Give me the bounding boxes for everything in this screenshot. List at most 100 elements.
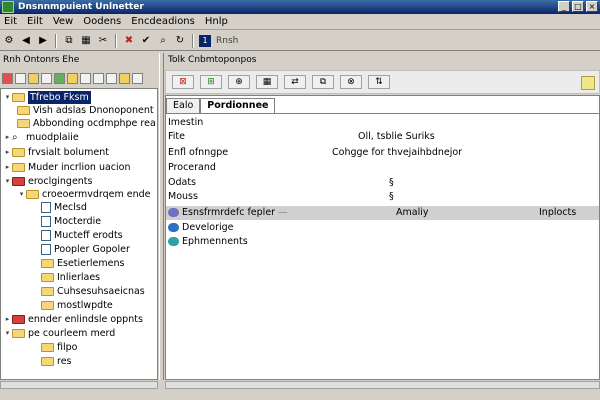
property-row-selected[interactable]: Esnsfrmrdefc fepler — Amaliy Inplocts	[166, 206, 599, 220]
folder-icon	[41, 357, 54, 366]
left-horizontal-scrollbar[interactable]	[0, 381, 158, 389]
tree-view[interactable]: ▾ Tfrebo Fksm Vish adslas Dnonoponent Ab…	[0, 88, 158, 380]
forward-icon[interactable]: ▶	[36, 34, 50, 48]
app-icon	[2, 1, 14, 13]
filter-icon[interactable]	[106, 72, 117, 84]
document-icon	[41, 244, 51, 255]
menu-orders[interactable]: Oodens	[81, 16, 129, 27]
search-icon[interactable]: ⌕	[156, 34, 170, 48]
tree-item[interactable]: ▸ ⌕ muodplaiie	[3, 131, 79, 144]
tree-item[interactable]: mostlwpdte	[41, 299, 113, 312]
tree-item[interactable]: Meclsd	[41, 201, 87, 214]
property-key: Mouss	[168, 191, 198, 202]
menu-icon[interactable]	[132, 72, 143, 84]
property-row[interactable]: Ephmennents	[166, 235, 599, 249]
grid-icon[interactable]: ▦	[256, 75, 278, 89]
expand-icon[interactable]: ▸	[3, 131, 12, 144]
folder-icon[interactable]	[28, 72, 39, 84]
property-row[interactable]: Mouss §	[166, 190, 599, 204]
properties-toolbar: ⊠ ⊞ ⊕ ▦ ⇄ ⧉ ⊗ ⇅	[165, 70, 600, 94]
menu-extensions[interactable]: Encdeadions	[129, 16, 203, 27]
copy-icon[interactable]: ⧉	[62, 34, 76, 48]
grid-icon[interactable]	[54, 72, 65, 84]
paste-icon[interactable]: ▦	[79, 34, 93, 48]
edit-icon[interactable]	[119, 72, 130, 84]
copy-icon[interactable]	[41, 72, 52, 84]
property-row[interactable]: Fite Oll, tsblie Suriks	[166, 130, 599, 144]
delete-icon[interactable]	[2, 72, 13, 84]
tree-item[interactable]: ▸ Muder incrlion uacion	[3, 161, 131, 174]
new-icon[interactable]: ⊞	[200, 75, 222, 89]
property-value: §	[389, 177, 394, 188]
tab-general[interactable]: Ealo	[166, 98, 201, 113]
collapse-icon[interactable]: ▾	[17, 188, 26, 201]
window-title: Dnsnnmpuient Unlnetter	[18, 2, 144, 12]
property-key: Ephmennents	[168, 235, 248, 249]
collapse-icon[interactable]: ▾	[3, 327, 12, 340]
delete-icon[interactable]: ✖	[122, 34, 136, 48]
tree-item[interactable]: Mocterdie	[41, 215, 101, 228]
right-horizontal-scrollbar[interactable]	[165, 381, 600, 389]
collapse-icon[interactable]: ▾	[3, 91, 12, 104]
cut-icon[interactable]: ✂	[96, 34, 110, 48]
globe-icon	[168, 223, 179, 232]
tree-item[interactable]: ▾ pe courleem merd	[3, 327, 116, 340]
pane-splitter[interactable]	[159, 53, 164, 380]
minimize-button[interactable]: _	[558, 1, 570, 12]
tree-item[interactable]: ▾ eroclgingents	[3, 175, 93, 188]
note-icon[interactable]	[581, 76, 595, 90]
menu-edit[interactable]: Eilt	[25, 16, 51, 27]
property-extra: Inplocts	[539, 207, 577, 218]
close-button[interactable]: ×	[586, 1, 598, 12]
back-icon[interactable]: ◀	[19, 34, 33, 48]
folder-icon	[12, 177, 25, 186]
copy-icon[interactable]: ⧉	[312, 75, 334, 89]
link-icon[interactable]: ⊕	[228, 75, 250, 89]
menu-help[interactable]: Hnlp	[203, 16, 236, 27]
tree-item[interactable]: ▾ Tfrebo Fksm	[3, 91, 91, 104]
expand-icon[interactable]: ▸	[3, 161, 12, 174]
delete-icon[interactable]: ⊠	[172, 75, 194, 89]
props-icon[interactable]	[80, 72, 91, 84]
property-row[interactable]: Enfl ofnngpe Cohgge for thvejaihbdnejor	[166, 146, 599, 160]
refresh-icon[interactable]: ↻	[173, 34, 187, 48]
tree-item[interactable]: ▸ ennder enlindsle oppnts	[3, 313, 143, 326]
tab-strip: Ealo Pordionnee	[166, 98, 276, 113]
property-row[interactable]: Odats §	[166, 176, 599, 190]
move-icon[interactable]: ⇄	[284, 75, 306, 89]
property-row[interactable]: Develorige	[166, 221, 599, 235]
tree-item[interactable]: Esetierlemens	[41, 257, 124, 270]
folder-icon	[41, 273, 54, 282]
menu-file[interactable]: Eit	[2, 16, 25, 27]
tree-item[interactable]: ▾ croeoermvdrqem ende	[17, 188, 151, 201]
expand-icon[interactable]: ▸	[3, 313, 12, 326]
tab-properties[interactable]: Pordionnee	[200, 98, 276, 113]
link-icon[interactable]: ⊗	[340, 75, 362, 89]
tree-item[interactable]: Inlierlaes	[41, 271, 100, 284]
tree-item[interactable]: Abbonding ocdmphpe rea	[17, 117, 156, 130]
window-controls: _ □ ×	[558, 1, 598, 12]
property-row[interactable]: Imestin	[166, 116, 599, 130]
tree-item[interactable]: Cuhsesuhsaeicnas	[41, 285, 145, 298]
menu-view[interactable]: Vew	[51, 16, 81, 27]
new-icon[interactable]	[15, 72, 26, 84]
collapse-icon[interactable]: ▾	[3, 175, 12, 188]
separator: —	[278, 207, 288, 218]
tree-item[interactable]: filpo	[41, 341, 77, 354]
tree-item[interactable]: Poopler Gopoler	[41, 243, 130, 256]
page-indicator-icon[interactable]: 1	[199, 34, 211, 47]
gear-icon[interactable]: ⚙	[2, 34, 16, 48]
folder-icon	[17, 106, 30, 115]
tree-item[interactable]: ▸ frvsialt bolument	[3, 146, 109, 159]
list-icon[interactable]	[93, 72, 104, 84]
tree-item[interactable]: Mucteff erodts	[41, 229, 123, 242]
tree-item[interactable]: res	[41, 355, 72, 368]
open-icon[interactable]	[67, 72, 78, 84]
folder-icon	[26, 190, 39, 199]
check-icon[interactable]: ✔	[139, 34, 153, 48]
maximize-button[interactable]: □	[572, 1, 584, 12]
sort-icon[interactable]: ⇅	[368, 75, 390, 89]
tree-item[interactable]: Vish adslas Dnonoponent	[17, 104, 154, 117]
property-row[interactable]: Procerand	[166, 161, 599, 175]
expand-icon[interactable]: ▸	[3, 146, 12, 159]
